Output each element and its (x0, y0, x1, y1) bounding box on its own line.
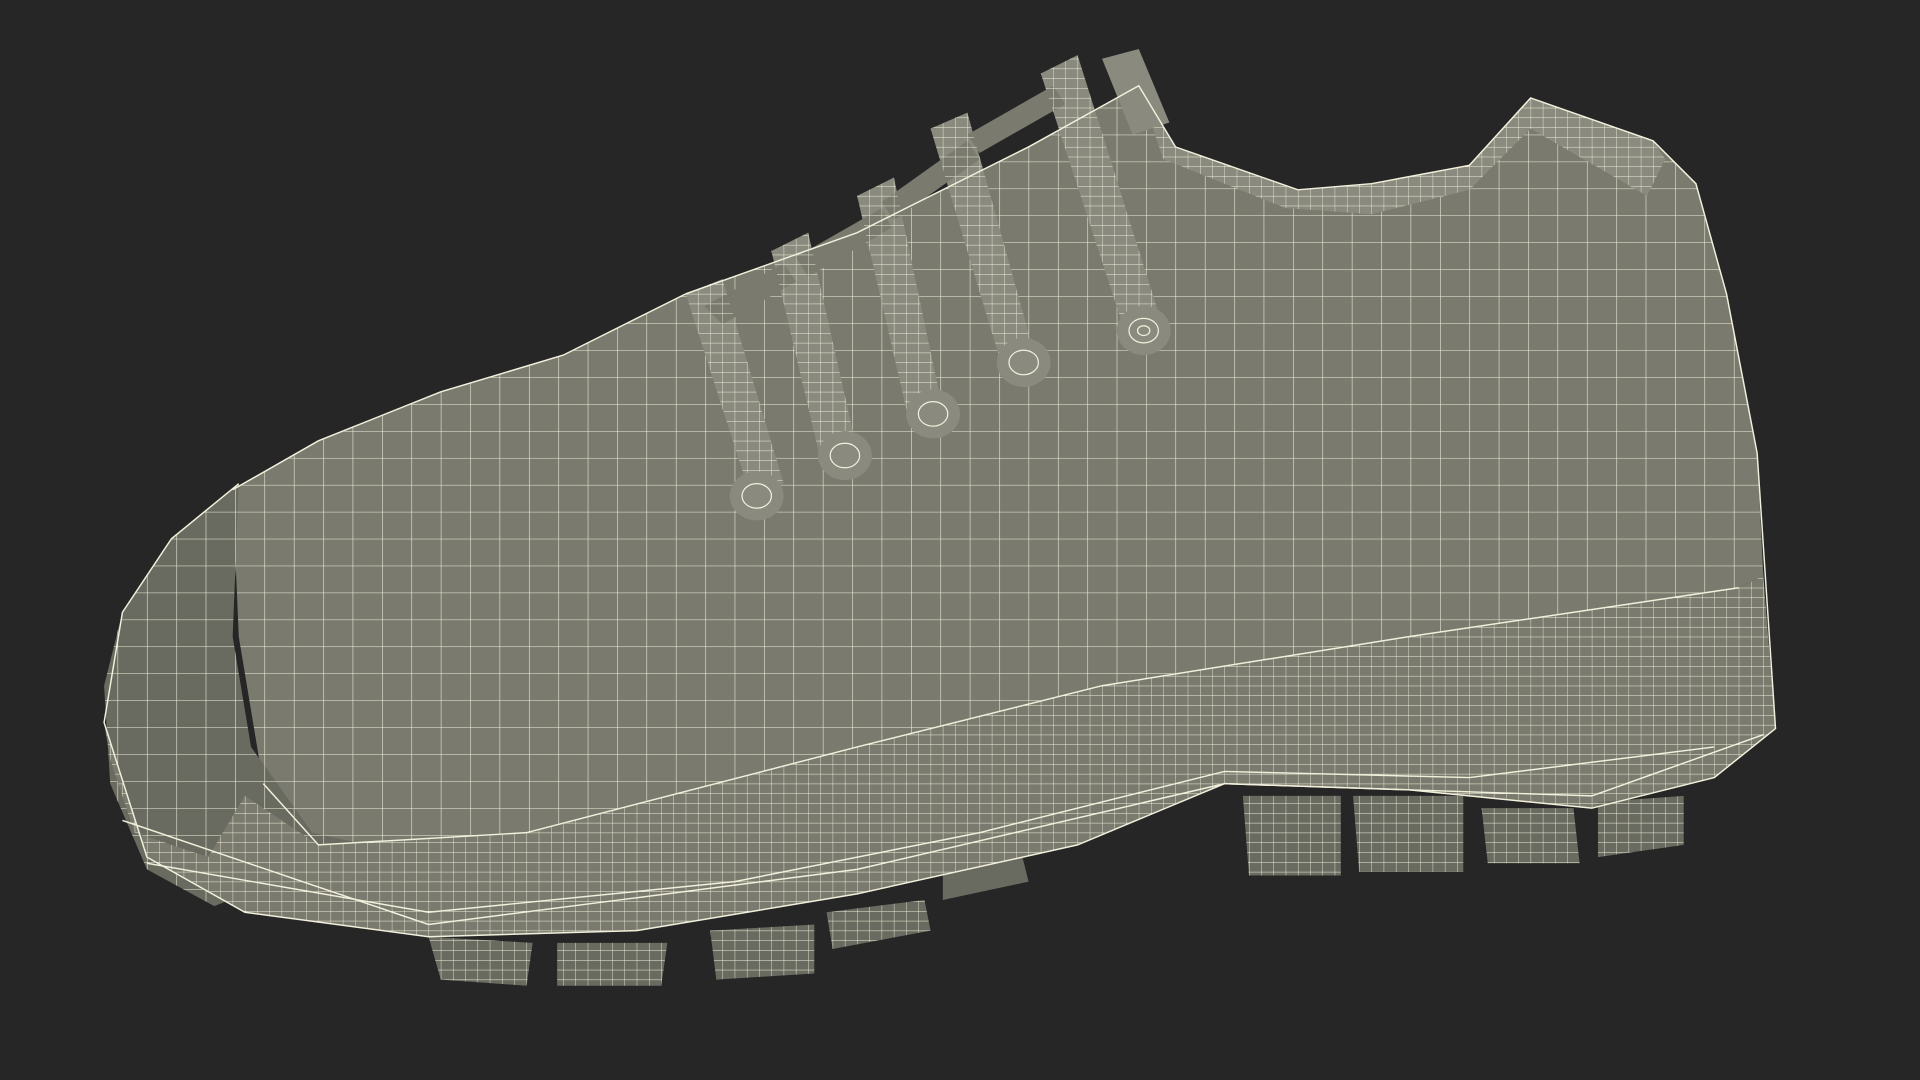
3d-viewport[interactable] (0, 0, 1920, 1080)
shoe-wireframe-render (0, 0, 1920, 1080)
